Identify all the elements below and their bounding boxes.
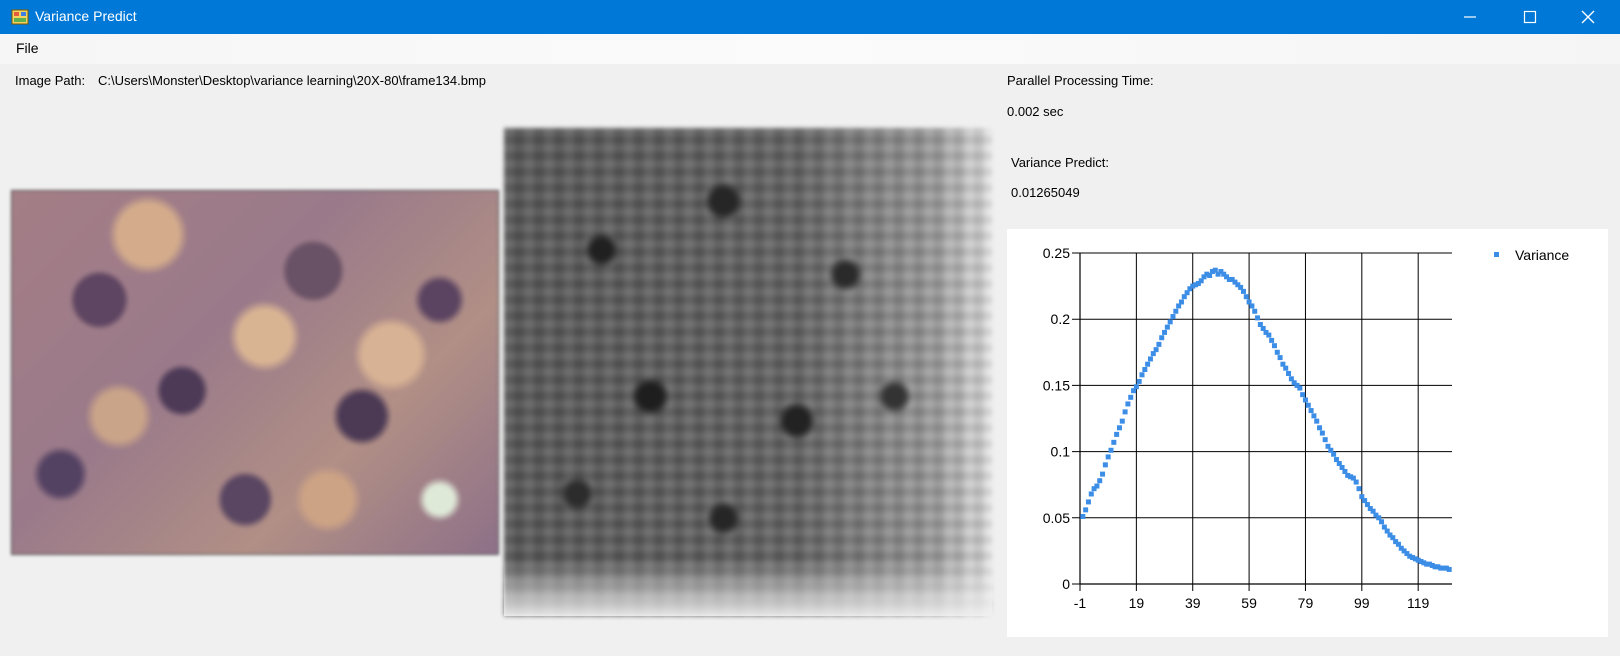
data-point [1156, 341, 1162, 347]
data-point [1102, 462, 1108, 468]
data-point [1116, 425, 1122, 431]
data-point [1240, 288, 1246, 294]
data-point [1097, 478, 1103, 484]
y-tick-label: 0.05 [1043, 510, 1070, 526]
data-point [1100, 471, 1106, 477]
maximize-button[interactable] [1501, 0, 1559, 34]
image-path-label: Image Path: [15, 73, 86, 88]
window-title: Variance Predict [35, 8, 137, 24]
data-point [1356, 486, 1362, 492]
data-point [1286, 370, 1292, 376]
chart-legend: Variance [1494, 247, 1569, 263]
data-point [1159, 335, 1165, 341]
data-point [1266, 332, 1272, 338]
data-point [1297, 385, 1303, 391]
data-point [1114, 431, 1120, 437]
y-tick-label: 0.2 [1051, 311, 1071, 327]
data-point [1319, 430, 1325, 436]
data-point [1317, 425, 1323, 431]
data-point [1331, 451, 1337, 457]
y-tick-label: 0 [1062, 576, 1070, 592]
variance-map-fade [504, 560, 992, 616]
menu-file[interactable]: File [8, 40, 47, 56]
data-point [1314, 418, 1320, 424]
data-point [1139, 372, 1145, 378]
variance-predict-label: Variance Predict: [1011, 155, 1110, 170]
x-tick-label: 19 [1129, 595, 1145, 611]
data-point [1162, 329, 1168, 335]
data-point [1105, 454, 1111, 460]
data-point [1136, 378, 1142, 384]
maximize-icon [1523, 10, 1537, 24]
data-point [1085, 499, 1091, 505]
data-point [1252, 308, 1258, 314]
data-point [1170, 314, 1176, 320]
data-point [1305, 402, 1311, 408]
data-point [1311, 413, 1317, 419]
x-tick-label: -1 [1074, 595, 1087, 611]
data-point [1119, 418, 1125, 424]
minimize-button[interactable] [1441, 0, 1499, 34]
data-point [1125, 401, 1131, 407]
legend-marker [1494, 252, 1499, 257]
variance-predict-value: 0.01265049 [1011, 185, 1080, 200]
data-point [1269, 337, 1275, 343]
app-icon [11, 9, 29, 25]
data-point [1322, 437, 1328, 443]
data-point [1379, 519, 1385, 525]
data-point [1111, 439, 1117, 445]
x-tick-label: 59 [1241, 595, 1257, 611]
source-image [11, 190, 499, 555]
data-point [1167, 319, 1173, 325]
chart-ticks: 0 0.05 0.1 0.15 0.2 0.25 -1 19 39 59 79 99 119 [1043, 245, 1430, 611]
data-point [1308, 408, 1314, 414]
data-point [1142, 367, 1148, 373]
data-point [1446, 566, 1452, 572]
data-point [1128, 394, 1134, 400]
parallel-processing-value: 0.002 sec [1007, 104, 1064, 119]
data-point [1353, 479, 1359, 485]
y-tick-label: 0.1 [1051, 444, 1071, 460]
data-point [1080, 513, 1086, 519]
data-point [1283, 365, 1289, 371]
variance-map-image [504, 128, 992, 616]
data-point [1122, 409, 1128, 415]
data-point [1133, 384, 1139, 390]
data-point [1271, 343, 1277, 349]
close-button[interactable] [1559, 0, 1617, 34]
data-point [1249, 303, 1255, 309]
data-point [1153, 347, 1159, 353]
data-point [1300, 392, 1306, 398]
image-path-value: C:\Users\Monster\Desktop\variance learni… [98, 73, 487, 88]
chart-axes [1079, 253, 1452, 585]
data-point [1164, 324, 1170, 330]
data-point [1243, 294, 1249, 300]
data-point [1094, 483, 1100, 489]
data-point [1274, 349, 1280, 355]
data-point [1178, 299, 1184, 305]
minimize-icon [1464, 16, 1476, 18]
chart-svg: 0 0.05 0.1 0.15 0.2 0.25 -1 19 39 59 79 99 119 Varia… [1043, 245, 1570, 611]
x-tick-label: 99 [1354, 595, 1370, 611]
y-tick-label: 0.15 [1043, 377, 1070, 393]
data-point [1255, 315, 1261, 321]
y-tick-label: 0.25 [1043, 245, 1070, 261]
x-tick-label: 119 [1407, 595, 1430, 611]
close-icon [1581, 10, 1595, 24]
menu-bar: File [0, 34, 1620, 64]
parallel-processing-label: Parallel Processing Time: [1007, 73, 1154, 88]
x-tick-label: 79 [1298, 595, 1314, 611]
data-point [1173, 308, 1179, 314]
x-tick-label: 39 [1185, 595, 1201, 611]
data-point [1302, 397, 1308, 403]
data-point [1088, 491, 1094, 497]
legend-label: Variance [1515, 247, 1569, 263]
data-point [1147, 356, 1153, 362]
title-bar: Variance Predict [0, 0, 1620, 34]
data-point [1145, 361, 1151, 367]
data-point [1083, 507, 1089, 513]
data-point [1108, 447, 1114, 453]
data-point [1277, 355, 1283, 361]
variance-chart: 0 0.05 0.1 0.15 0.2 0.25 -1 19 39 59 79 99 119 Varia… [1007, 229, 1608, 637]
